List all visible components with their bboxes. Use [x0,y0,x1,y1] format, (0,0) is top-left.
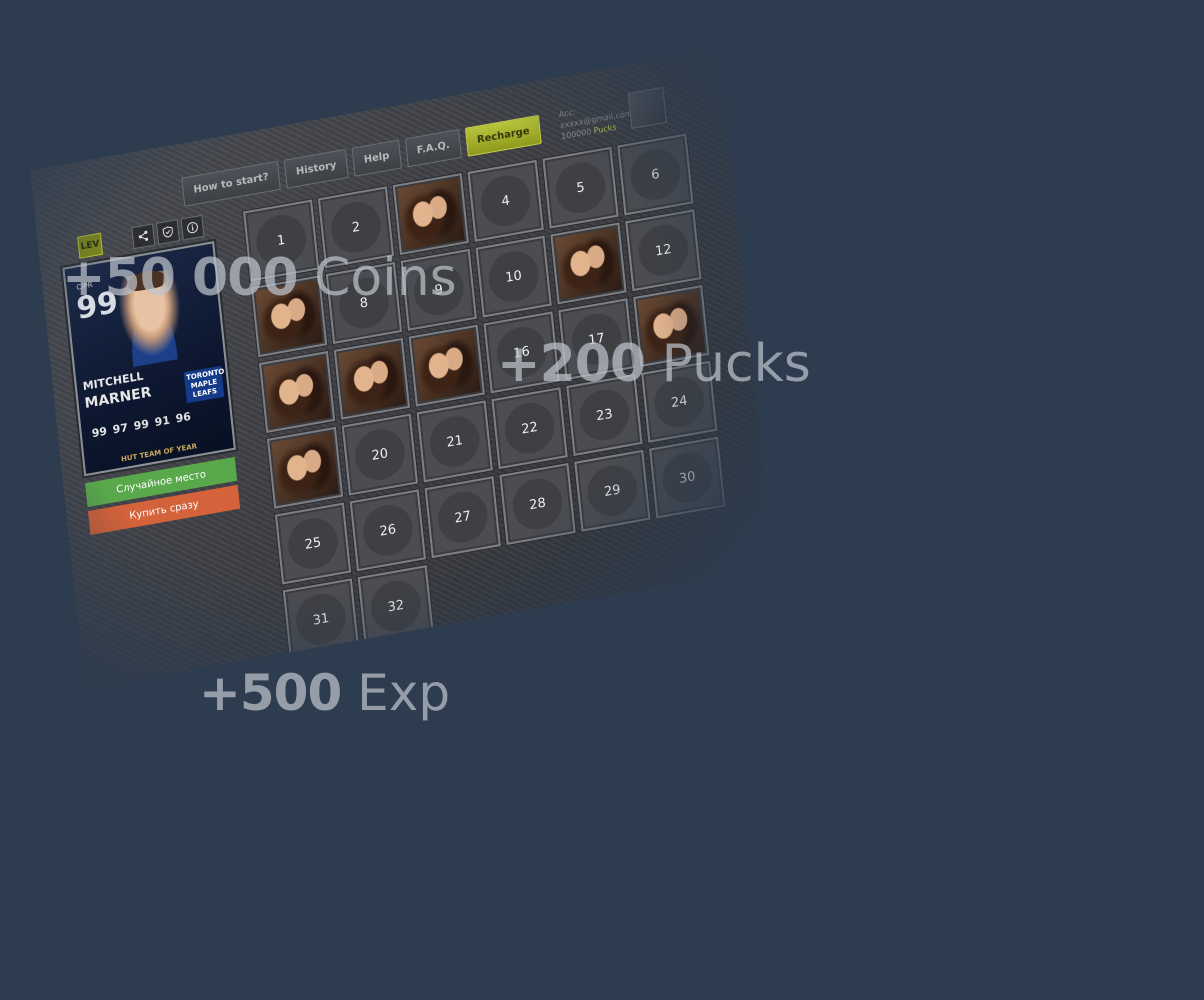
cell-number: 32 [368,576,424,636]
grid-cell[interactable]: 25 [274,502,352,585]
cell-number: 6 [628,145,683,204]
grid-cell[interactable]: 27 [424,476,501,559]
cell-number: 20 [352,425,408,484]
grid-cell[interactable]: 29 [574,449,651,532]
stat-value: 97 [112,420,129,437]
grid-cell[interactable]: 10 [475,235,552,318]
reward-pucks-amount: +200 [497,334,646,394]
reward-exp-unit: Exp [357,664,451,722]
reward-coins-unit: Coins [314,248,457,308]
grid-cell[interactable]: 22 [491,387,568,470]
reward-coins-amount: +50 000 [62,248,299,308]
cell-number: 31 [293,590,349,649]
stat-value: 99 [91,424,108,441]
shield-icon[interactable] [155,219,180,245]
cell-number: 25 [285,514,341,573]
tab-history[interactable]: History [283,148,349,189]
slot-grid: 1 2 4 5 6 8 9 10 12 16 17 20 21 22 23 24 25 26 27 28 29 30 31 3… [243,133,733,661]
grid-cell[interactable]: 4 [467,159,544,242]
reward-pucks-unit: Pucks [661,334,811,394]
reward-coins: +50 000 Coins [62,252,457,304]
tab-help[interactable]: Help [351,139,402,177]
grid-cell[interactable]: 28 [499,462,576,545]
grid-cell-taken[interactable] [333,337,411,420]
grid-cell[interactable]: 32 [357,565,434,648]
grid-cell[interactable]: 12 [625,209,702,292]
stat-value: 96 [175,409,192,426]
stat-value: 99 [133,417,150,433]
card-stats: 99 97 99 91 96 [91,410,191,440]
grid-cell[interactable]: 6 [617,133,694,216]
cell-number: 22 [502,398,557,458]
cell-number: 30 [659,448,715,507]
grid-cell[interactable]: 26 [349,489,426,572]
grid-cell[interactable]: 30 [649,436,726,519]
reward-pucks: +200 Pucks [497,338,811,390]
cell-number: 4 [478,171,533,231]
cell-number: 21 [427,412,482,471]
cell-number: 28 [510,474,565,534]
grid-cell-taken[interactable] [550,222,627,305]
share-icon[interactable] [131,223,156,250]
cell-number: 10 [486,247,541,306]
reward-exp-amount: +500 [199,664,342,722]
reward-exp: +500 Exp [199,668,450,718]
cell-number: 29 [585,461,640,521]
balance-currency: Pucks [593,122,617,135]
grid-cell-taken[interactable] [258,351,336,433]
cell-number: 23 [577,385,632,445]
grid-cell-taken[interactable] [408,324,485,407]
stat-value: 91 [154,413,171,430]
cell-number: 5 [553,158,608,217]
cell-number: 26 [360,501,416,560]
grid-cell[interactable]: 5 [542,146,619,229]
team-logo: TORONTO MAPLE LEAFS [183,365,225,404]
tab-faq[interactable]: F.A.Q. [404,128,462,167]
grid-cell-taken[interactable] [392,173,469,256]
info-icon[interactable] [180,214,205,241]
cell-number: 12 [636,220,691,280]
grid-cell[interactable]: 21 [416,400,493,483]
avatar[interactable] [627,86,667,129]
grid-cell-taken[interactable] [266,426,344,509]
cell-number: 27 [435,487,490,547]
grid-cell[interactable]: 20 [341,413,419,496]
grid-cell[interactable]: 31 [282,578,360,661]
